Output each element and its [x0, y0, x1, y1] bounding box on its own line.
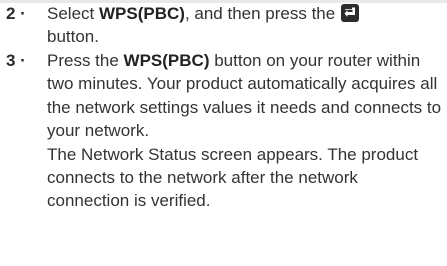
- step-paragraph-note: The Network Status screen appears. The p…: [47, 144, 419, 211]
- step-text-before: Press the: [47, 51, 124, 70]
- step-bold-term: WPS(PBC): [98, 4, 185, 23]
- step-paragraph: Press the WPS(PBC) button on your router…: [47, 49, 443, 143]
- step-text: Select WPS(PBC), and then press the butt…: [47, 2, 443, 49]
- step-text: Press the WPS(PBC) button on your router…: [47, 49, 443, 213]
- step-number: 2 ·: [6, 4, 26, 23]
- enter-icon: [340, 4, 359, 22]
- step-bold-term: WPS(PBC): [123, 51, 210, 70]
- step-text-end: button.: [47, 27, 99, 47]
- step-text-before: Select: [47, 4, 99, 23]
- step-number: 3 ·: [6, 51, 26, 70]
- step-text-after: , and then press the: [184, 4, 340, 23]
